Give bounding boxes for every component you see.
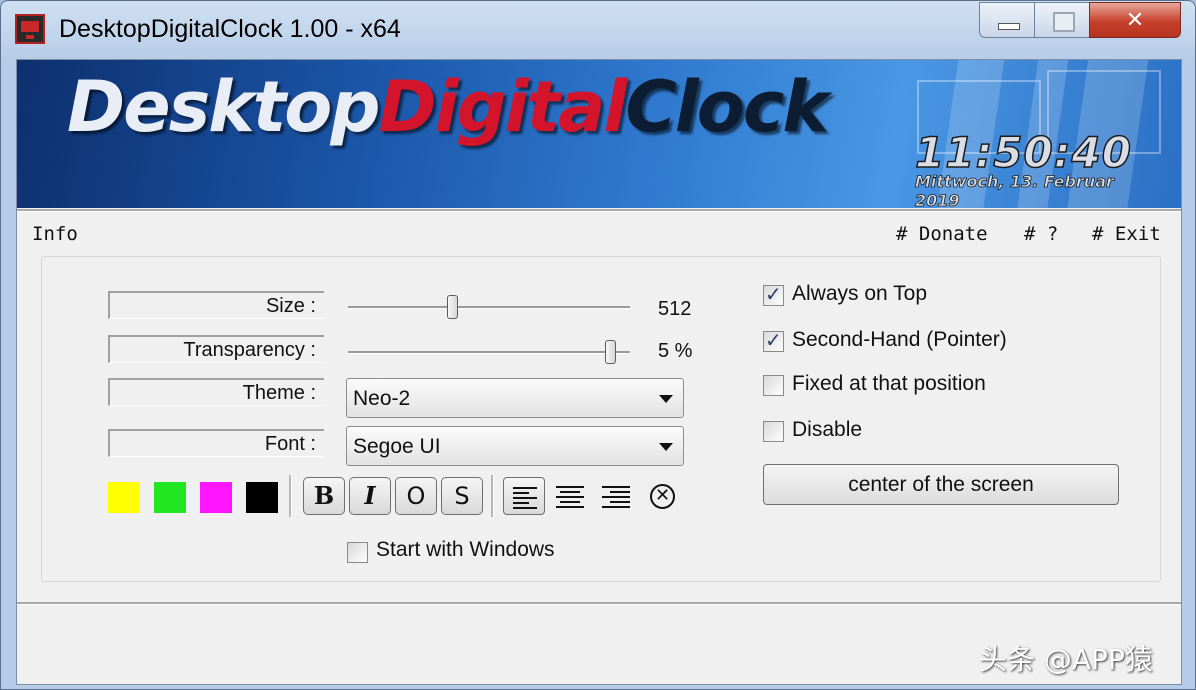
size-slider-track[interactable]: [348, 306, 630, 309]
theme-label: Theme :: [108, 378, 324, 406]
window-title: DesktopDigitalClock 1.00 - x64: [59, 15, 401, 43]
toolbar-divider: [289, 475, 292, 517]
close-icon: ✕: [1125, 8, 1145, 33]
font-label: Font :: [108, 429, 324, 457]
title-bar[interactable]: DesktopDigitalClock 1.00 - x64 ✕: [1, 1, 1196, 59]
fixed-position-checkbox[interactable]: [763, 375, 784, 396]
align-left-icon[interactable]: [503, 477, 545, 515]
app-icon[interactable]: [15, 14, 45, 44]
fixed-position-label: Fixed at that position: [792, 372, 986, 395]
client-area: DesktopDigitalClock 11:50:40 Mittwoch, 1…: [16, 59, 1182, 685]
font-select[interactable]: Segoe UI: [346, 426, 684, 466]
color-swatch-magenta[interactable]: [200, 482, 232, 513]
clear-icon[interactable]: ✕: [650, 484, 675, 509]
center-of-screen-button[interactable]: center of the screen: [763, 464, 1119, 505]
start-with-windows-checkbox[interactable]: [347, 542, 368, 563]
color-swatch-green[interactable]: [154, 482, 186, 513]
app-window: DesktopDigitalClock 1.00 - x64 ✕ Desktop…: [0, 0, 1196, 690]
theme-select[interactable]: Neo-2: [346, 378, 684, 418]
divider: [17, 209, 1181, 212]
menu-donate[interactable]: # Donate: [896, 223, 988, 245]
transparency-value: 5 %: [658, 340, 693, 362]
align-center-icon[interactable]: [549, 477, 591, 515]
chevron-down-icon: [659, 395, 673, 403]
maximize-icon: [1053, 12, 1075, 32]
italic-button[interactable]: I: [349, 477, 391, 515]
app-logo: DesktopDigitalClock: [67, 66, 829, 148]
maximize-button[interactable]: [1034, 2, 1090, 38]
second-hand-label: Second-Hand (Pointer): [792, 328, 1007, 351]
transparency-label: Transparency :: [108, 335, 324, 363]
align-right-icon[interactable]: [595, 477, 637, 515]
start-with-windows-label: Start with Windows: [376, 538, 555, 561]
always-on-top-checkbox[interactable]: ✓: [763, 282, 784, 306]
size-value: 512: [658, 298, 692, 320]
minimize-button[interactable]: [979, 2, 1035, 38]
transparency-slider-track[interactable]: [348, 351, 630, 354]
font-selected-value: Segoe UI: [353, 435, 441, 458]
second-hand-checkbox[interactable]: ✓: [763, 328, 784, 352]
outline-button[interactable]: O: [395, 477, 437, 515]
checkmark-icon: ✓: [765, 328, 782, 352]
bold-button[interactable]: B: [303, 477, 345, 515]
size-label: Size :: [108, 291, 324, 319]
disable-label: Disable: [792, 418, 863, 441]
menu-help[interactable]: # ?: [1024, 223, 1058, 245]
close-button[interactable]: ✕: [1089, 2, 1181, 38]
menu-exit[interactable]: # Exit: [1092, 223, 1161, 245]
clock-preview-date: Mittwoch, 13. Februar 2019: [915, 172, 1115, 208]
color-swatch-yellow[interactable]: [108, 482, 140, 513]
minimize-icon: [998, 23, 1020, 30]
toolbar-divider: [491, 475, 494, 517]
color-swatch-black[interactable]: [246, 482, 278, 513]
checkmark-icon: ✓: [765, 282, 782, 306]
transparency-slider-thumb[interactable]: [605, 340, 617, 364]
menu-info[interactable]: Info: [32, 223, 78, 245]
clock-preview-time: 11:50:40: [914, 127, 1132, 178]
size-slider-thumb[interactable]: [447, 295, 459, 319]
strike-button[interactable]: S: [441, 477, 483, 515]
divider: [17, 602, 1181, 605]
watermark: 头条 @APP猿: [979, 643, 1153, 676]
banner: DesktopDigitalClock 11:50:40 Mittwoch, 1…: [17, 60, 1181, 208]
theme-selected-value: Neo-2: [353, 387, 411, 410]
chevron-down-icon: [659, 443, 673, 451]
always-on-top-label: Always on Top: [792, 282, 928, 305]
disable-checkbox[interactable]: [763, 421, 784, 442]
